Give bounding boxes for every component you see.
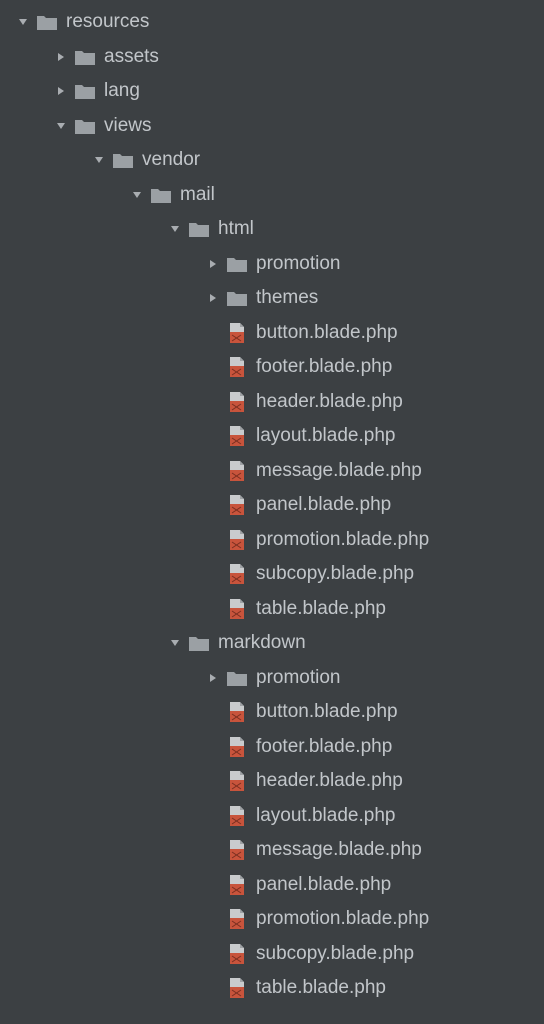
tree-folder[interactable]: vendor — [0, 143, 544, 178]
php-file-icon — [226, 530, 248, 550]
php-file-icon — [226, 840, 248, 860]
tree-item-label: layout.blade.php — [256, 805, 395, 827]
folder-icon — [112, 150, 134, 170]
tree-item-label: html — [218, 218, 254, 240]
php-file-icon — [226, 875, 248, 895]
tree-file[interactable]: promotion.blade.php — [0, 902, 544, 937]
chevron-right-icon[interactable] — [54, 84, 68, 98]
tree-item-label: vendor — [142, 149, 200, 171]
chevron-down-icon[interactable] — [168, 222, 182, 236]
php-file-icon — [226, 771, 248, 791]
tree-item-label: layout.blade.php — [256, 425, 395, 447]
folder-icon — [74, 116, 96, 136]
tree-item-label: promotion — [256, 253, 341, 275]
tree-folder[interactable]: assets — [0, 40, 544, 75]
chevron-down-icon[interactable] — [92, 153, 106, 167]
tree-item-label: assets — [104, 46, 159, 68]
tree-folder[interactable]: views — [0, 109, 544, 144]
php-file-icon — [226, 702, 248, 722]
chevron-down-icon[interactable] — [130, 188, 144, 202]
tree-item-label: header.blade.php — [256, 770, 403, 792]
chevron-down-icon[interactable] — [16, 15, 30, 29]
php-file-icon — [226, 461, 248, 481]
php-file-icon — [226, 806, 248, 826]
php-file-icon — [226, 357, 248, 377]
tree-item-label: table.blade.php — [256, 598, 386, 620]
folder-icon — [36, 12, 58, 32]
tree-item-label: table.blade.php — [256, 977, 386, 999]
tree-file[interactable]: panel.blade.php — [0, 488, 544, 523]
tree-item-label: resources — [66, 11, 149, 33]
tree-item-label: message.blade.php — [256, 460, 422, 482]
tree-item-label: button.blade.php — [256, 701, 398, 723]
tree-item-label: footer.blade.php — [256, 736, 392, 758]
php-file-icon — [226, 599, 248, 619]
tree-file[interactable]: button.blade.php — [0, 695, 544, 730]
folder-icon — [188, 633, 210, 653]
tree-file[interactable]: footer.blade.php — [0, 350, 544, 385]
php-file-icon — [226, 495, 248, 515]
php-file-icon — [226, 737, 248, 757]
chevron-down-icon[interactable] — [168, 636, 182, 650]
folder-icon — [188, 219, 210, 239]
tree-item-label: themes — [256, 287, 318, 309]
chevron-right-icon[interactable] — [206, 671, 220, 685]
tree-folder[interactable]: html — [0, 212, 544, 247]
php-file-icon — [226, 564, 248, 584]
tree-folder[interactable]: markdown — [0, 626, 544, 661]
folder-icon — [74, 81, 96, 101]
tree-item-label: subcopy.blade.php — [256, 563, 414, 585]
tree-file[interactable]: header.blade.php — [0, 385, 544, 420]
tree-item-label: promotion.blade.php — [256, 529, 429, 551]
tree-file[interactable]: footer.blade.php — [0, 730, 544, 765]
tree-folder[interactable]: promotion — [0, 661, 544, 696]
php-file-icon — [226, 426, 248, 446]
tree-file[interactable]: subcopy.blade.php — [0, 937, 544, 972]
php-file-icon — [226, 392, 248, 412]
tree-folder[interactable]: lang — [0, 74, 544, 109]
tree-file[interactable]: header.blade.php — [0, 764, 544, 799]
chevron-right-icon[interactable] — [206, 257, 220, 271]
tree-item-label: promotion — [256, 667, 341, 689]
php-file-icon — [226, 978, 248, 998]
tree-folder[interactable]: mail — [0, 178, 544, 213]
file-tree: resourcesassetslangviewsvendormailhtmlpr… — [0, 5, 544, 1006]
tree-folder[interactable]: resources — [0, 5, 544, 40]
tree-item-label: message.blade.php — [256, 839, 422, 861]
php-file-icon — [226, 944, 248, 964]
folder-icon — [226, 668, 248, 688]
tree-item-label: button.blade.php — [256, 322, 398, 344]
tree-file[interactable]: layout.blade.php — [0, 419, 544, 454]
tree-item-label: subcopy.blade.php — [256, 943, 414, 965]
chevron-right-icon[interactable] — [206, 291, 220, 305]
tree-file[interactable]: panel.blade.php — [0, 868, 544, 903]
php-file-icon — [226, 323, 248, 343]
folder-icon — [74, 47, 96, 67]
tree-file[interactable]: subcopy.blade.php — [0, 557, 544, 592]
tree-item-label: panel.blade.php — [256, 494, 391, 516]
tree-item-label: promotion.blade.php — [256, 908, 429, 930]
tree-file[interactable]: layout.blade.php — [0, 799, 544, 834]
tree-folder[interactable]: themes — [0, 281, 544, 316]
tree-file[interactable]: table.blade.php — [0, 592, 544, 627]
tree-item-label: header.blade.php — [256, 391, 403, 413]
tree-item-label: mail — [180, 184, 215, 206]
tree-folder[interactable]: promotion — [0, 247, 544, 282]
folder-icon — [226, 288, 248, 308]
folder-icon — [150, 185, 172, 205]
tree-file[interactable]: promotion.blade.php — [0, 523, 544, 558]
tree-item-label: markdown — [218, 632, 306, 654]
tree-file[interactable]: message.blade.php — [0, 833, 544, 868]
chevron-down-icon[interactable] — [54, 119, 68, 133]
tree-file[interactable]: button.blade.php — [0, 316, 544, 351]
tree-item-label: panel.blade.php — [256, 874, 391, 896]
tree-file[interactable]: table.blade.php — [0, 971, 544, 1006]
tree-file[interactable]: message.blade.php — [0, 454, 544, 489]
tree-item-label: footer.blade.php — [256, 356, 392, 378]
chevron-right-icon[interactable] — [54, 50, 68, 64]
tree-item-label: lang — [104, 80, 140, 102]
php-file-icon — [226, 909, 248, 929]
folder-icon — [226, 254, 248, 274]
tree-item-label: views — [104, 115, 152, 137]
